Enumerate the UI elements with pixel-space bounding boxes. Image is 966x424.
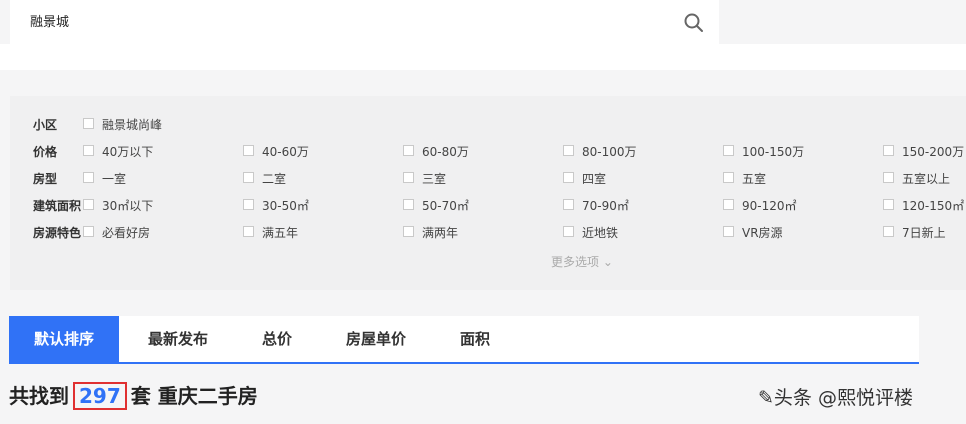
header-band bbox=[0, 44, 966, 70]
checkbox[interactable] bbox=[723, 145, 734, 156]
checkbox[interactable] bbox=[243, 145, 254, 156]
checkbox[interactable] bbox=[83, 145, 94, 156]
filter-label: 建筑面积 bbox=[33, 199, 82, 213]
checkbox[interactable] bbox=[83, 118, 94, 129]
search-icon[interactable] bbox=[683, 12, 705, 34]
tab-latest[interactable]: 最新发布 bbox=[148, 316, 208, 362]
more-options-link[interactable]: 更多选项 ⌄ bbox=[551, 253, 613, 270]
tab-unit-price[interactable]: 房屋单价 bbox=[346, 316, 406, 362]
search-input[interactable] bbox=[30, 13, 630, 28]
checkbox[interactable] bbox=[83, 172, 94, 183]
checkbox[interactable] bbox=[403, 199, 414, 210]
filter-label: 价格 bbox=[33, 145, 58, 159]
checkbox[interactable] bbox=[243, 172, 254, 183]
checkbox[interactable] bbox=[883, 145, 894, 156]
result-suffix: 套 重庆二手房 bbox=[130, 384, 258, 408]
filter-label: 小区 bbox=[33, 118, 58, 132]
filter-row-price: 价格 40万以下 40-60万 60-80万 80-100万 100-150万 … bbox=[33, 145, 965, 159]
checkbox[interactable] bbox=[243, 199, 254, 210]
filter-row-community: 小区 融景城尚峰 bbox=[33, 118, 163, 132]
checkbox[interactable] bbox=[723, 226, 734, 237]
filter-row-area: 建筑面积 30㎡以下 30-50㎡ 50-70㎡ 70-90㎡ 90-120㎡ … bbox=[33, 199, 965, 213]
checkbox[interactable] bbox=[83, 199, 94, 210]
checkbox[interactable] bbox=[563, 145, 574, 156]
checkbox[interactable] bbox=[563, 172, 574, 183]
filter-row-features: 房源特色 必看好房 满五年 满两年 近地铁 VR房源 7日新上 bbox=[33, 226, 946, 240]
checkbox[interactable] bbox=[883, 199, 894, 210]
checkbox[interactable] bbox=[243, 226, 254, 237]
tab-area[interactable]: 面积 bbox=[460, 316, 490, 362]
checkbox[interactable] bbox=[883, 226, 894, 237]
result-summary: 共找到 297 套 重庆二手房 bbox=[9, 380, 258, 410]
checkbox[interactable] bbox=[83, 226, 94, 237]
checkbox[interactable] bbox=[723, 172, 734, 183]
search-box bbox=[10, 0, 719, 44]
checkbox[interactable] bbox=[883, 172, 894, 183]
sort-tabs: 默认排序 最新发布 总价 房屋单价 面积 bbox=[9, 316, 919, 364]
result-prefix: 共找到 bbox=[9, 384, 69, 408]
filter-panel: 小区 融景城尚峰 价格 40万以下 40-60万 60-80万 80-100万 … bbox=[10, 96, 966, 290]
tab-default-sort[interactable]: 默认排序 bbox=[9, 316, 119, 362]
checkbox[interactable] bbox=[403, 172, 414, 183]
watermark: ✎头条 @熙悦评楼 bbox=[758, 387, 913, 409]
filter-label: 房型 bbox=[33, 172, 58, 186]
checkbox[interactable] bbox=[563, 226, 574, 237]
result-count: 297 bbox=[73, 382, 127, 410]
filter-label: 房源特色 bbox=[33, 226, 82, 240]
tab-total-price[interactable]: 总价 bbox=[262, 316, 292, 362]
checkbox[interactable] bbox=[403, 145, 414, 156]
checkbox[interactable] bbox=[723, 199, 734, 210]
filter-row-layout: 房型 一室 二室 三室 四室 五室 五室以上 bbox=[33, 172, 951, 186]
checkbox[interactable] bbox=[563, 199, 574, 210]
checkbox[interactable] bbox=[403, 226, 414, 237]
